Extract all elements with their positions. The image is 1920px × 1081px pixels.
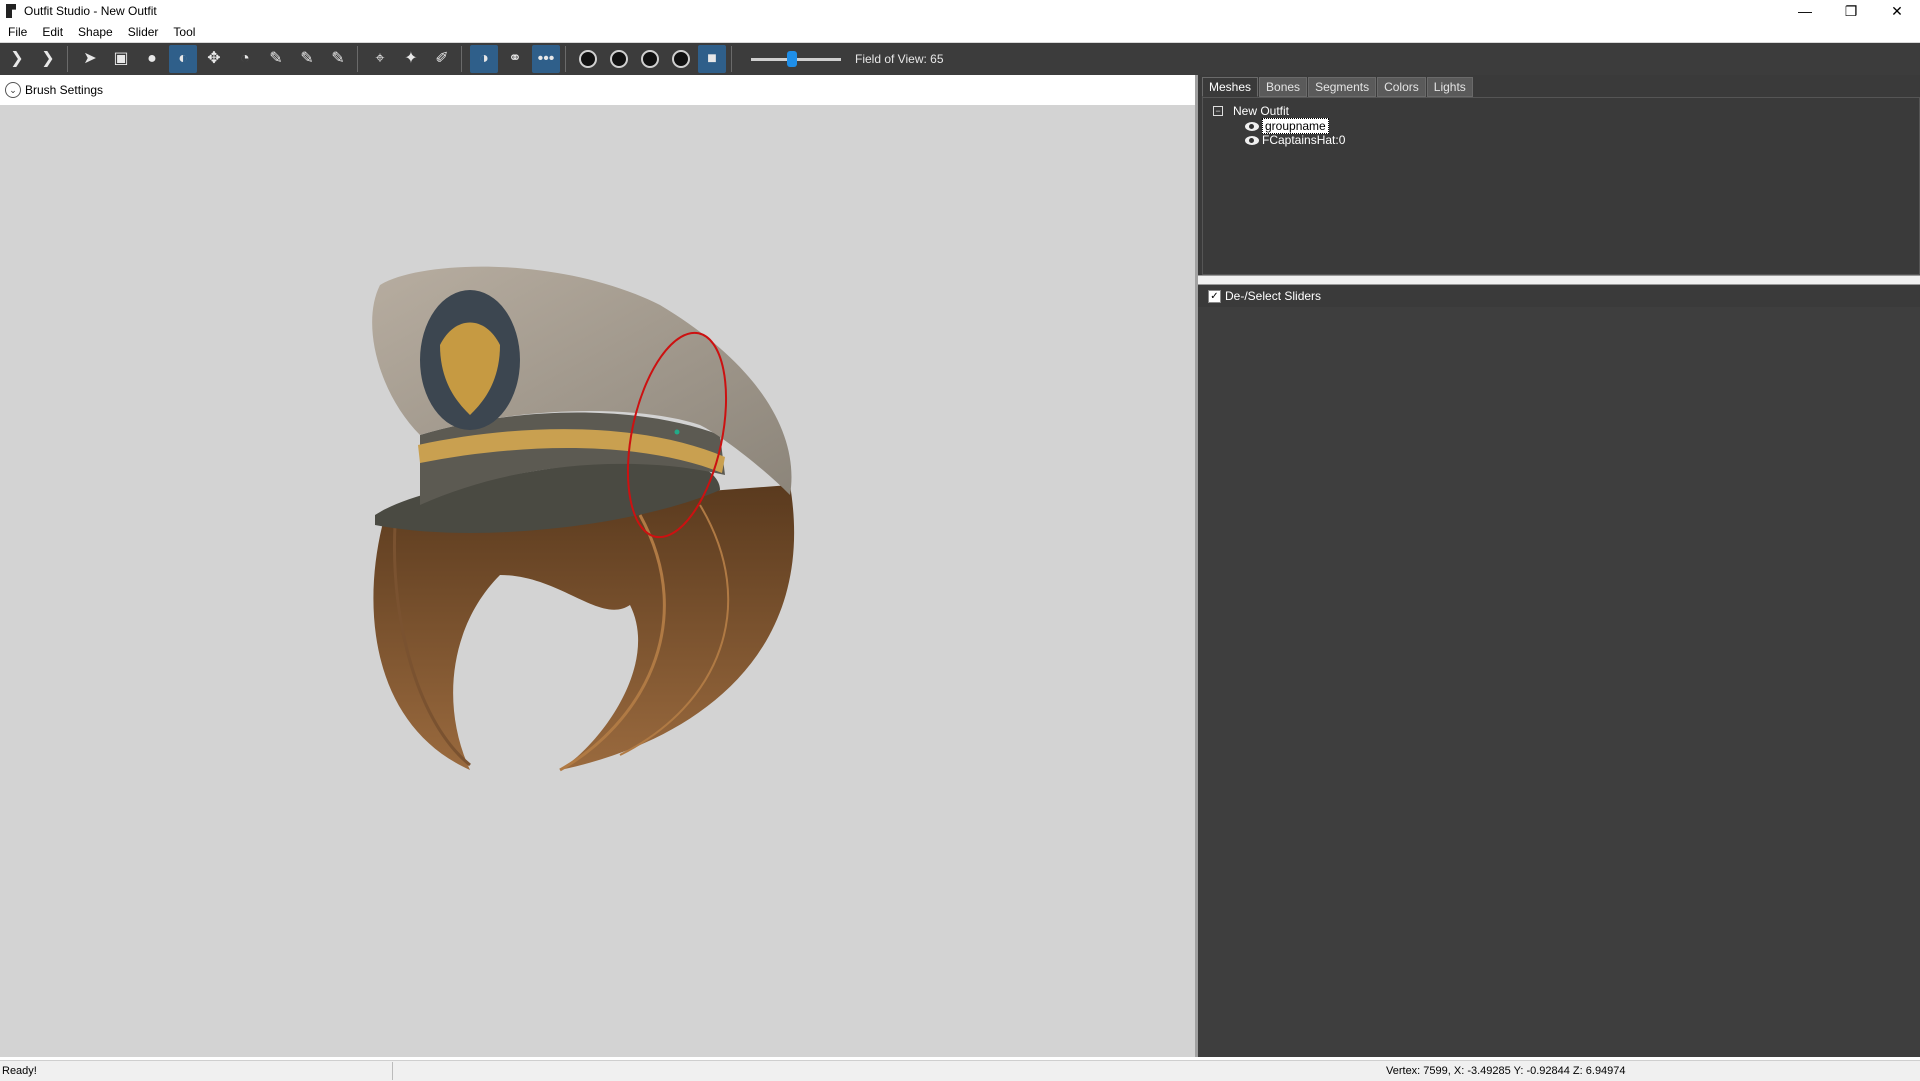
- sliders-list[interactable]: [1198, 307, 1920, 1057]
- tab-segments[interactable]: Segments: [1308, 77, 1377, 97]
- tree-item-label: groupname: [1262, 118, 1329, 134]
- toolbar: ❯ ❯ ➤ ▣ ● ◐ ✥ ◔ ✎ ✎ ✎ ⌖ ✦ ✐ ◑ ⚭ ••• ■ Fi…: [0, 43, 1920, 75]
- restore-button[interactable]: ❐: [1828, 0, 1874, 22]
- panel-splitter[interactable]: [1198, 275, 1920, 285]
- tab-bones[interactable]: Bones: [1259, 77, 1308, 97]
- mask-brush-icon[interactable]: ▣: [107, 45, 135, 73]
- tree-item-label: FCaptainsHat:0: [1262, 133, 1346, 147]
- hat-model-render: [372, 266, 795, 772]
- toolbar-separator: [565, 46, 566, 72]
- tab-lights[interactable]: Lights: [1426, 77, 1473, 97]
- toolbar-separator: [67, 46, 68, 72]
- eye-icon[interactable]: [1245, 135, 1259, 145]
- tree-item-groupname[interactable]: groupname: [1245, 118, 1329, 134]
- tree-root-row[interactable]: − New Outfit: [1213, 104, 1289, 118]
- field-of-view-label: Field of View: 65: [855, 52, 944, 66]
- field-of-view-slider[interactable]: [751, 45, 841, 73]
- toolbar-separator: [731, 46, 732, 72]
- close-button[interactable]: ✕: [1874, 0, 1920, 22]
- brush-center-point: [674, 429, 680, 435]
- right-panel: Meshes Bones Segments Colors Lights − Ne…: [1198, 75, 1920, 1057]
- brush-settings-bar[interactable]: ⌄ Brush Settings: [0, 75, 1197, 105]
- color-brush-icon[interactable]: ✎: [293, 45, 321, 73]
- toolbar-separator: [461, 46, 462, 72]
- toggle-textures-icon[interactable]: [667, 45, 695, 73]
- show-vertices-icon[interactable]: [574, 45, 602, 73]
- smooth-brush-icon[interactable]: ◔: [231, 45, 259, 73]
- title-bar: Outfit Studio - New Outfit — ❐ ✕: [0, 0, 1920, 22]
- menu-tool[interactable]: Tool: [165, 25, 202, 39]
- tab-meshes[interactable]: Meshes: [1202, 77, 1259, 97]
- status-message: Ready!: [2, 1062, 393, 1080]
- select-brush-icon[interactable]: ➤: [76, 45, 104, 73]
- x-mirror-icon[interactable]: ◑: [470, 45, 498, 73]
- tab-colors[interactable]: Colors: [1377, 77, 1426, 97]
- deflate-brush-icon[interactable]: ◐: [169, 45, 197, 73]
- 3d-viewport[interactable]: [0, 105, 1195, 1057]
- toggle-mask-icon[interactable]: ■: [698, 45, 726, 73]
- alpha-brush-icon[interactable]: ✎: [324, 45, 352, 73]
- menu-bar: File Edit Shape Slider Tool: [0, 22, 1920, 43]
- mesh-tree[interactable]: − New Outfit groupname FCaptainsHat:0: [1202, 97, 1920, 275]
- inflate-brush-icon[interactable]: ●: [138, 45, 166, 73]
- toggle-lighting-icon[interactable]: [636, 45, 664, 73]
- menu-file[interactable]: File: [0, 25, 34, 39]
- sliders-header: ✓ De-/Select Sliders: [1198, 285, 1920, 307]
- load-outfit-icon[interactable]: ❯: [34, 45, 62, 73]
- fov-slider-thumb[interactable]: [787, 51, 797, 67]
- move-brush-icon[interactable]: ✥: [200, 45, 228, 73]
- tree-item-fcaptainshat[interactable]: FCaptainsHat:0: [1245, 133, 1345, 147]
- load-reference-icon[interactable]: ❯: [3, 45, 31, 73]
- window-title: Outfit Studio - New Outfit: [24, 4, 157, 18]
- eye-icon[interactable]: [1245, 121, 1259, 131]
- vertex-edit-icon[interactable]: ✐: [428, 45, 456, 73]
- vertex-readout: Vertex: 7599, X: -3.49285 Y: -0.92844 Z:…: [1386, 1065, 1626, 1077]
- select-sliders-checkbox[interactable]: ✓: [1208, 289, 1221, 303]
- global-brush-icon[interactable]: •••: [532, 45, 560, 73]
- minimize-button[interactable]: —: [1782, 0, 1828, 22]
- brush-settings-label: Brush Settings: [25, 83, 104, 97]
- menu-shape[interactable]: Shape: [70, 25, 120, 39]
- weight-brush-icon[interactable]: ✎: [262, 45, 290, 73]
- tree-root-label: New Outfit: [1233, 104, 1290, 118]
- chevron-down-icon[interactable]: ⌄: [5, 82, 21, 98]
- menu-slider[interactable]: Slider: [120, 25, 166, 39]
- panel-tabs: Meshes Bones Segments Colors Lights: [1202, 77, 1474, 97]
- menu-edit[interactable]: Edit: [34, 25, 70, 39]
- app-icon: [6, 4, 16, 18]
- pivot-icon[interactable]: ✦: [397, 45, 425, 73]
- sliders-header-label: De-/Select Sliders: [1225, 289, 1322, 303]
- collapse-icon[interactable]: −: [1213, 106, 1223, 116]
- transform-icon[interactable]: ⌖: [366, 45, 394, 73]
- show-wireframe-icon[interactable]: [605, 45, 633, 73]
- window-controls: — ❐ ✕: [1782, 0, 1920, 22]
- connected-only-icon[interactable]: ⚭: [501, 45, 529, 73]
- toolbar-separator: [357, 46, 358, 72]
- status-bar: Ready! Vertex: 7599, X: -3.49285 Y: -0.9…: [0, 1060, 1920, 1081]
